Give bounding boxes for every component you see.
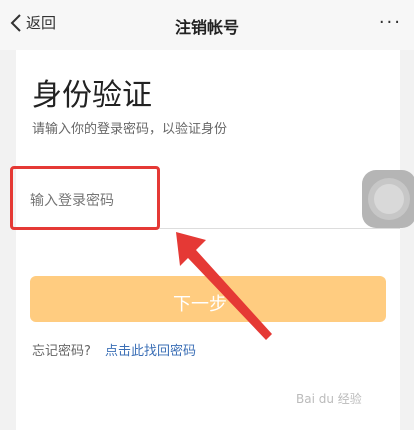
navbar: 返回 注销帐号 ··· (0, 0, 414, 50)
forgot-password-row: 忘记密码? 点击此找回密码 (32, 340, 196, 359)
more-icon[interactable]: ··· (379, 12, 402, 33)
assistive-touch-button[interactable] (362, 170, 414, 228)
heading: 身份验证 (32, 78, 152, 113)
subtitle: 请输入你的登录密码，以验证身份 (32, 122, 228, 137)
assistive-touch-knob (374, 184, 404, 214)
page-title: 注销帐号 (174, 18, 239, 37)
annotation-arrow-icon (176, 232, 272, 340)
forgot-password-text: 忘记密码? (32, 344, 91, 359)
forgot-password-link[interactable]: 点击此找回密码 (105, 344, 196, 359)
watermark: Bai du 经验 (296, 392, 362, 406)
password-field (10, 166, 414, 230)
highlight-box (10, 166, 160, 230)
